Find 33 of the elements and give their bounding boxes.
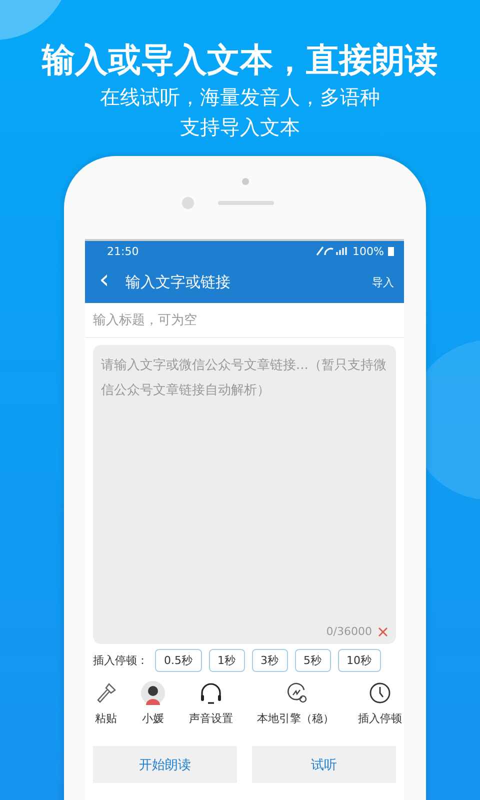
pause-option[interactable]: 3秒	[252, 649, 288, 672]
pause-option[interactable]: 1秒	[208, 649, 244, 672]
preview-button[interactable]: 试听	[252, 746, 396, 783]
character-count: 0/36000	[326, 625, 372, 638]
battery-icon	[388, 246, 394, 256]
clear-icon[interactable]	[378, 626, 388, 636]
signal-icon	[314, 246, 349, 256]
toolbar-item[interactable]: 声音设置	[189, 681, 233, 726]
brush-icon	[95, 681, 117, 705]
toolbar-item[interactable]: 小媛	[141, 681, 165, 726]
status-time: 21:50	[107, 244, 139, 258]
toolbar-item[interactable]: 插入停顿	[358, 681, 402, 726]
engine-icon	[284, 681, 306, 705]
headset-icon	[199, 681, 223, 705]
pause-label: 插入停顿：	[93, 653, 148, 668]
subtitle: 在线试听，海量发音人，多语种	[100, 84, 380, 111]
toolbar-item[interactable]: 粘贴	[95, 681, 117, 726]
back-button[interactable]: ‹	[85, 267, 122, 297]
pause-option[interactable]: 10秒	[338, 649, 380, 672]
sensor-dot	[242, 178, 249, 185]
battery-percent: 100%	[352, 244, 384, 258]
screen-title: 输入文字或链接	[125, 272, 232, 292]
pause-option[interactable]: 5秒	[294, 649, 330, 672]
clock-icon	[369, 681, 391, 705]
toolbar-item[interactable]: 本地引擎（稳）	[257, 681, 334, 726]
camera-dot	[182, 197, 194, 209]
start-reading-button[interactable]: 开始朗读	[93, 746, 237, 783]
avatar-icon	[141, 681, 165, 705]
import-button[interactable]: 导入	[362, 274, 404, 290]
headline: 输入或导入文本，直接朗读	[42, 39, 438, 81]
pause-option[interactable]: 0.5秒	[155, 649, 202, 672]
text-placeholder: 请输入文字或微信公众号文章链接...（暂只支持微信公众号文章链接自动解析）	[101, 357, 388, 400]
subtitle: 支持导入文本	[179, 114, 301, 141]
